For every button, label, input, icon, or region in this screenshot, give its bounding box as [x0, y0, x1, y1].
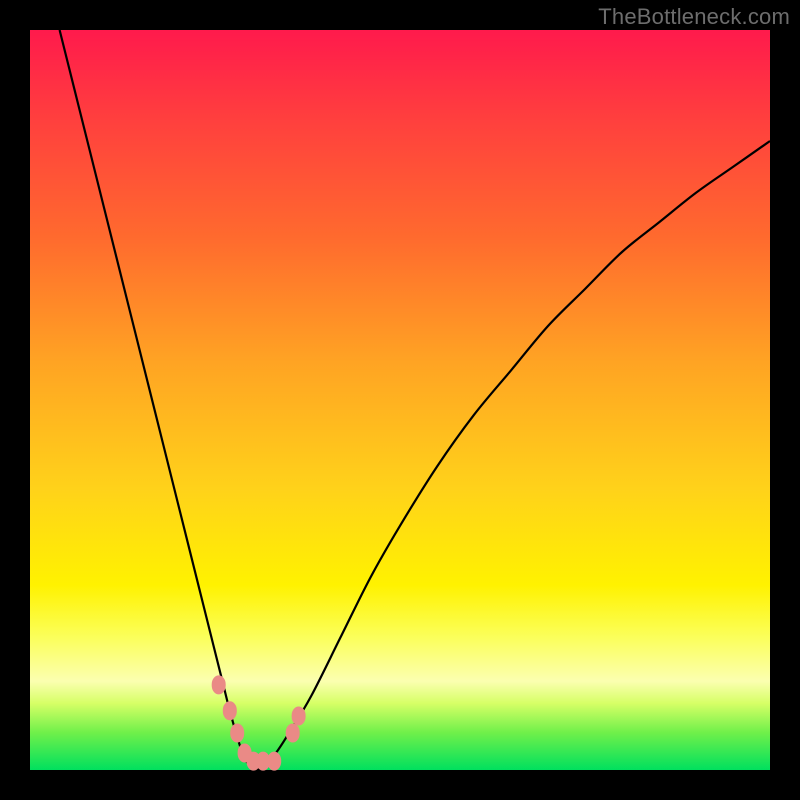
- marker-dot: [212, 675, 226, 694]
- marker-dot: [292, 706, 306, 725]
- curve-layer: [30, 30, 770, 770]
- marker-dot: [267, 752, 281, 771]
- marker-dot: [223, 701, 237, 720]
- marker-dot: [230, 724, 244, 743]
- plot-area: [30, 30, 770, 770]
- marker-group: [212, 675, 306, 770]
- watermark-text: TheBottleneck.com: [598, 4, 790, 30]
- marker-dot: [286, 724, 300, 743]
- curve-left: [60, 30, 260, 770]
- outer-frame: TheBottleneck.com: [0, 0, 800, 800]
- curve-right: [259, 141, 770, 770]
